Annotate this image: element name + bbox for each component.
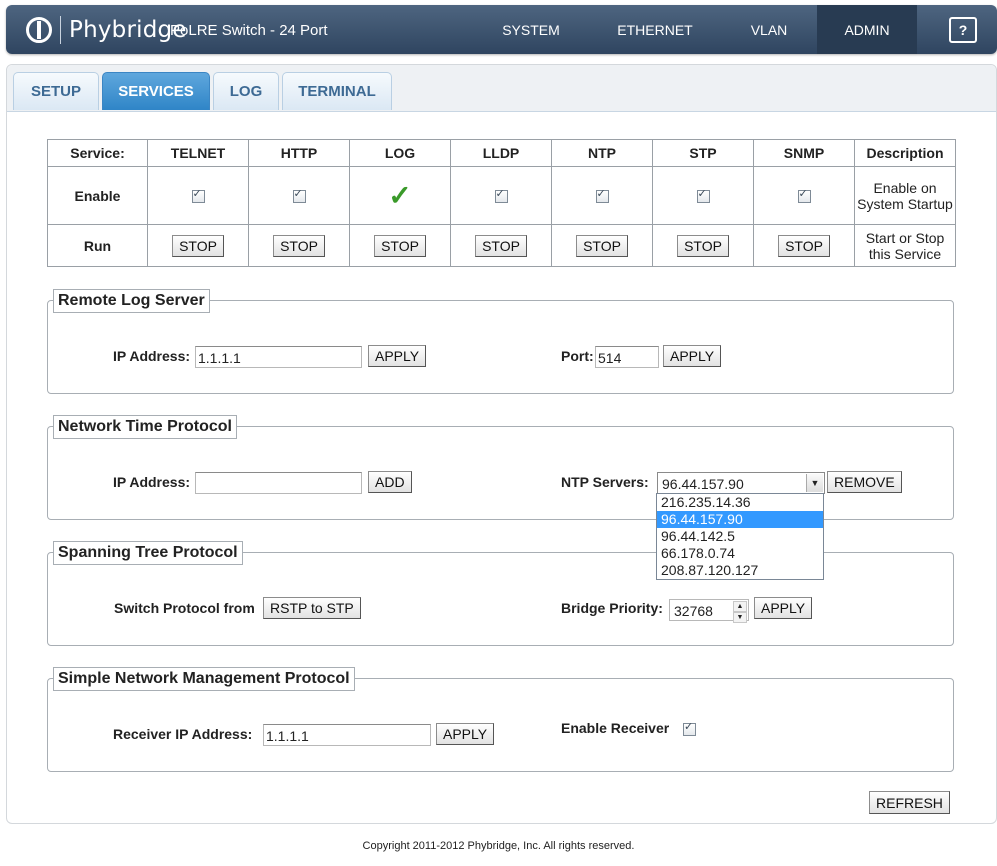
spin-up-icon[interactable]: ▲ — [733, 601, 747, 612]
tab-log[interactable]: LOG — [213, 72, 279, 110]
description-header: Description — [854, 139, 956, 167]
enable-receiver-label: Enable Receiver — [561, 720, 670, 736]
service-name-stp: STP — [652, 139, 754, 167]
ntp-ip-input[interactable] — [195, 472, 362, 494]
ntp-legend: Network Time Protocol — [53, 415, 237, 439]
stop-stp-button[interactable]: STOP — [677, 234, 729, 257]
run-row-label: Run — [47, 224, 148, 267]
spin-down-icon[interactable]: ▼ — [733, 612, 747, 623]
remote-log-ip-label: IP Address: — [113, 348, 191, 364]
ntp-ip-label: IP Address: — [113, 474, 191, 490]
stp-legend: Spanning Tree Protocol — [53, 541, 243, 565]
stop-telnet-button[interactable]: STOP — [172, 234, 224, 257]
enable-telnet-checkbox[interactable] — [191, 187, 205, 204]
remote-log-server-section: Remote Log Server IP Address: 1.1.1.1 AP… — [47, 289, 954, 394]
ntp-server-option[interactable]: 216.235.14.36 — [657, 494, 823, 511]
logo: Phybridge — [26, 15, 187, 45]
service-name-lldp: LLDP — [450, 139, 552, 167]
service-name-ntp: NTP — [551, 139, 653, 167]
nav-ethernet[interactable]: ETHERNET — [601, 5, 709, 54]
ntp-server-option-selected[interactable]: 96.44.157.90 — [657, 511, 823, 528]
nav-vlan[interactable]: VLAN — [726, 5, 812, 54]
ntp-server-option[interactable]: 66.178.0.74 — [657, 545, 823, 562]
snmp-receiver-ip-input[interactable]: 1.1.1.1 — [263, 724, 431, 746]
service-header-label: Service: — [47, 139, 148, 167]
enable-description: Enable on System Startup — [854, 166, 956, 225]
enable-lldp-checkbox[interactable] — [494, 187, 508, 204]
enable-log-checkmark-icon[interactable]: ✓ — [388, 180, 411, 211]
ntp-server-option[interactable]: 208.87.120.127 — [657, 562, 823, 579]
stp-switch-label: Switch Protocol from — [114, 600, 255, 616]
tab-setup[interactable]: SETUP — [13, 72, 99, 110]
help-icon[interactable]: ? — [949, 17, 977, 43]
enable-receiver-checkbox[interactable] — [683, 720, 696, 736]
copyright-footer: Copyright 2011-2012 Phybridge, Inc. All … — [362, 840, 635, 852]
stp-rstp-to-stp-button[interactable]: RSTP to STP — [263, 597, 361, 619]
ntp-servers-dropdown-list: 216.235.14.36 96.44.157.90 96.44.142.5 6… — [656, 493, 824, 580]
remote-log-port-apply-button[interactable]: APPLY — [663, 345, 722, 367]
refresh-button[interactable]: REFRESH — [869, 791, 950, 814]
ntp-remove-button[interactable]: REMOVE — [827, 471, 902, 493]
snmp-apply-button[interactable]: APPLY — [436, 723, 495, 745]
bridge-priority-label: Bridge Priority: — [561, 600, 663, 616]
stop-lldp-button[interactable]: STOP — [475, 234, 527, 257]
remote-log-port-label: Port: — [561, 348, 594, 364]
stop-log-button[interactable]: STOP — [374, 234, 426, 257]
ntp-server-option[interactable]: 96.44.142.5 — [657, 528, 823, 545]
tab-bar: SETUP SERVICES LOG TERMINAL — [7, 65, 996, 112]
service-name-snmp: SNMP — [753, 139, 855, 167]
service-name-log: LOG — [349, 139, 451, 167]
enable-ntp-checkbox[interactable] — [595, 187, 609, 204]
enable-snmp-checkbox[interactable] — [797, 187, 811, 204]
remote-log-ip-input[interactable]: 1.1.1.1 — [195, 346, 362, 368]
service-name-telnet: TELNET — [147, 139, 249, 167]
nav-admin[interactable]: ADMIN — [817, 5, 917, 54]
ntp-add-button[interactable]: ADD — [368, 471, 412, 493]
ntp-servers-selected: 96.44.157.90 — [662, 476, 744, 492]
nav-system[interactable]: SYSTEM — [479, 5, 583, 54]
snmp-section: Simple Network Management Protocol Recei… — [47, 667, 954, 772]
snmp-receiver-ip-label: Receiver IP Address: — [113, 726, 253, 742]
remote-log-port-input[interactable]: 514 — [595, 346, 659, 368]
enable-row-label: Enable — [47, 166, 148, 225]
remote-log-apply-button[interactable]: APPLY — [368, 345, 427, 367]
stop-snmp-button[interactable]: STOP — [778, 234, 830, 257]
product-title: PoLRE Switch - 24 Port — [170, 22, 328, 39]
services-panel: SETUP SERVICES LOG TERMINAL Service: TEL… — [6, 64, 997, 824]
run-description: Start or Stop this Service — [854, 224, 956, 267]
enable-http-checkbox[interactable] — [292, 187, 306, 204]
services-table: Service: TELNET HTTP LOG LLDP NTP STP SN… — [47, 139, 956, 267]
tab-terminal[interactable]: TERMINAL — [282, 72, 392, 110]
service-name-http: HTTP — [248, 139, 350, 167]
tab-services[interactable]: SERVICES — [102, 72, 210, 110]
phybridge-logo-icon — [26, 17, 52, 43]
ntp-servers-label: NTP Servers: — [561, 474, 649, 490]
enable-stp-checkbox[interactable] — [696, 187, 710, 204]
bridge-priority-apply-button[interactable]: APPLY — [754, 597, 813, 619]
chevron-down-icon[interactable]: ▼ — [806, 474, 823, 492]
top-header: Phybridge PoLRE Switch - 24 Port SYSTEM … — [6, 5, 997, 54]
bridge-priority-spinner[interactable]: 32768 ▲ ▼ — [669, 599, 749, 623]
snmp-legend: Simple Network Management Protocol — [53, 667, 355, 691]
brand-name: Phybridge — [69, 17, 187, 43]
stop-ntp-button[interactable]: STOP — [576, 234, 628, 257]
stop-http-button[interactable]: STOP — [273, 234, 325, 257]
ntp-servers-select[interactable]: 96.44.157.90 ▼ — [657, 472, 825, 494]
remote-log-legend: Remote Log Server — [53, 289, 210, 313]
bridge-priority-value: 32768 — [674, 603, 713, 619]
